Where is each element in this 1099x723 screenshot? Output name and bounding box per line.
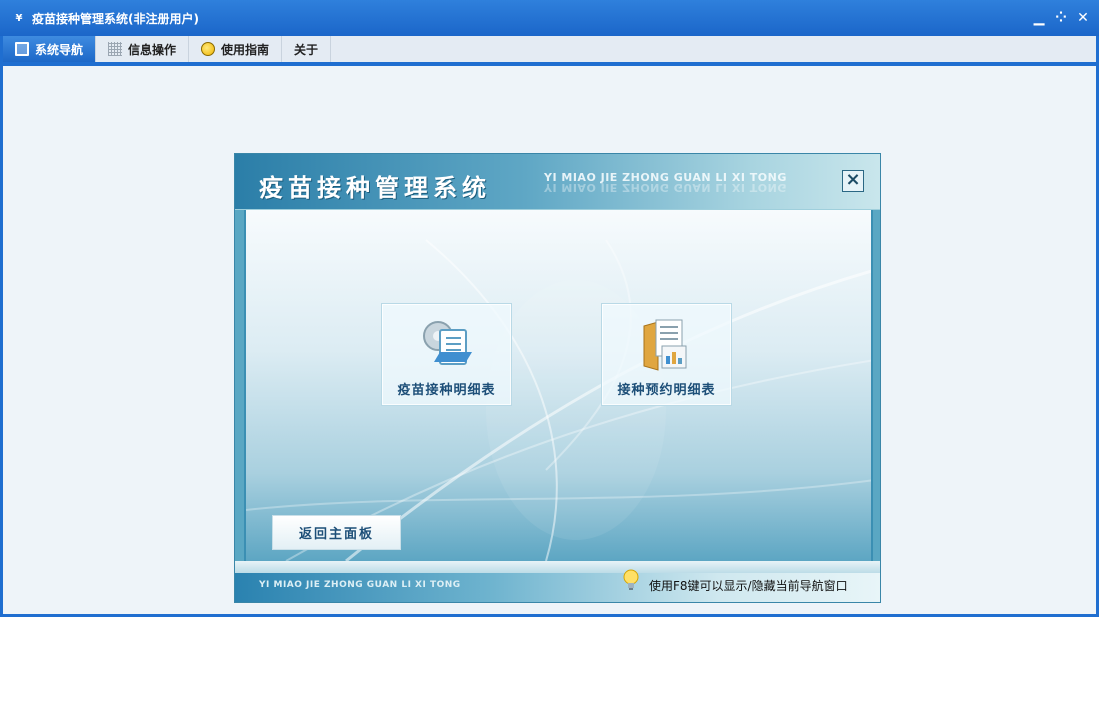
restore-icon[interactable]: ⁘ [1053,9,1069,27]
back-to-main-panel-button[interactable]: 返回主面板 [272,515,401,550]
tab-user-guide[interactable]: 使用指南 [189,36,283,62]
tab-label: 关于 [294,42,319,57]
window-title: 疫苗接种管理系统(非注册用户) [32,11,199,26]
nav-panel-pinyin-reflection: YI MIAO JIE ZHONG GUAN LI XI TONG [544,181,787,194]
app-logo-icon: ¥ [15,12,23,24]
appointment-detail-tile[interactable]: 接种预约明细表 [601,303,732,406]
nav-panel-footer: YI MIAO JIE ZHONG GUAN LI XI TONG 使用F8键可… [235,561,880,602]
close-icon[interactable]: ✕ [1075,9,1091,27]
tile-label: 疫苗接种明细表 [397,383,496,398]
document-gear-icon [423,321,472,365]
nav-panel-title: 疫苗接种管理系统 [259,173,491,202]
lightbulb-icon [623,569,639,590]
tab-label: 系统导航 [35,42,84,57]
nav-panel-header: 疫苗接种管理系统 YI MIAO JIE ZHONG GUAN LI XI TO… [235,154,880,210]
vaccination-detail-tile[interactable]: 疫苗接种明细表 [381,303,512,406]
background-swirl [246,239,871,561]
f8-hint-text: 使用F8键可以显示/隐藏当前导航窗口 [649,579,848,593]
navigation-panel: 疫苗接种管理系统 YI MIAO JIE ZHONG GUAN LI XI TO… [234,153,881,603]
tab-system-navigation[interactable]: 系统导航 [3,36,97,62]
nav-panel-close-button[interactable]: × [842,170,864,192]
tile-label: 接种预约明细表 [617,383,716,398]
help-icon [201,42,216,56]
grid-icon [108,42,123,56]
menu-bar: 系统导航 信息操作 使用指南 关于 [3,36,1096,66]
minimize-icon[interactable]: ▁ [1031,9,1047,27]
tab-label: 使用指南 [221,42,270,57]
tab-about[interactable]: 关于 [282,36,332,62]
title-bar[interactable]: ¥ 疫苗接种管理系统(非注册用户) ▁ ⁘ ✕ [0,0,1099,36]
nav-panel-body: 疫苗接种明细表 接种预约明细表 返回主面板 [244,210,873,561]
tab-info-operation[interactable]: 信息操作 [96,36,190,62]
footer-band [235,561,880,573]
folder-document-icon [643,319,687,371]
window-controls: ▁ ⁘ ✕ [1031,9,1091,27]
tab-label: 信息操作 [128,42,177,57]
monitor-icon [15,42,29,56]
footer-pinyin: YI MIAO JIE ZHONG GUAN LI XI TONG [259,580,461,590]
